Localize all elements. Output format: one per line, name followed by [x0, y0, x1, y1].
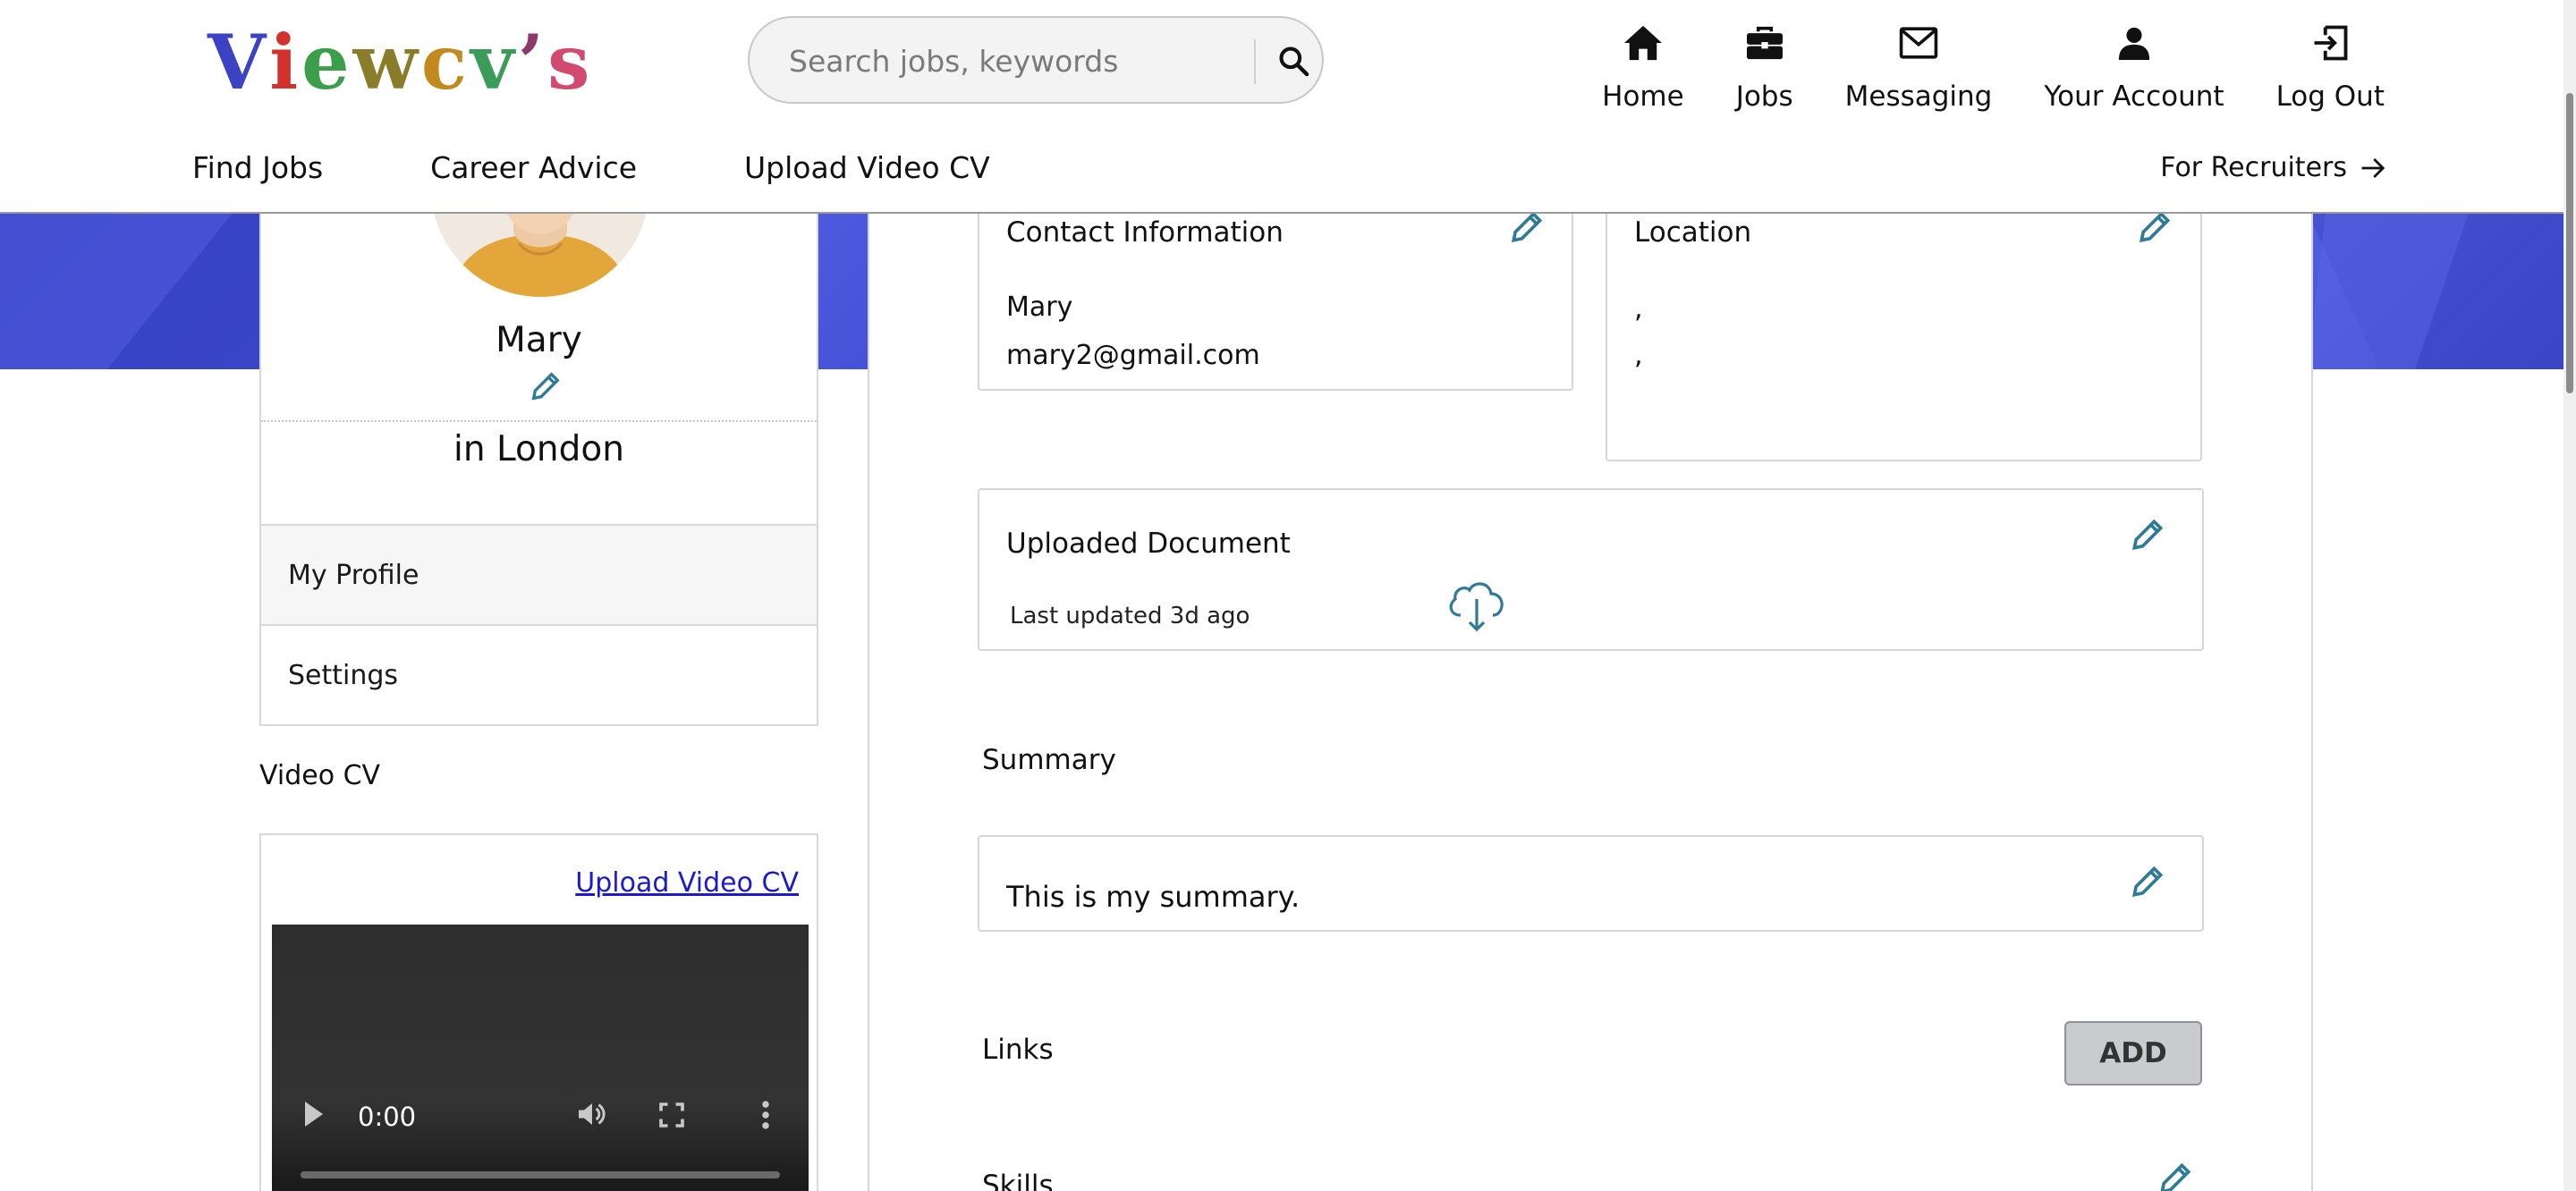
profile-name: Mary [496, 320, 582, 360]
upload-video-cv-link[interactable]: Upload Video CV [575, 867, 799, 899]
edit-location-button[interactable] [2135, 207, 2174, 250]
cloud-download-icon [1449, 582, 1504, 632]
edit-summary-button[interactable] [2128, 862, 2167, 905]
contact-name: Mary [1006, 291, 1073, 323]
divider [261, 420, 817, 422]
menu-settings[interactable]: Settings [261, 624, 817, 724]
nav-your-account-label: Your Account [2044, 80, 2224, 113]
nav-jobs[interactable]: Jobs [1736, 16, 1793, 113]
uploaded-document-title: Uploaded Document [1006, 528, 1291, 560]
location-title: Location [1634, 216, 1752, 249]
nav-your-account[interactable]: Your Account [2044, 16, 2224, 113]
location-line-2: , [1634, 340, 1643, 371]
logo-letter: s [547, 18, 594, 106]
nav-jobs-label: Jobs [1735, 80, 1793, 113]
menu-my-profile[interactable]: My Profile [261, 524, 817, 624]
page-scrollbar[interactable] [2563, 0, 2576, 1191]
top-nav: Home Jobs Messaging Your Account Log Out [1550, 16, 2385, 113]
user-icon [2118, 27, 2150, 60]
location-line-1: , [1634, 293, 1643, 325]
pencil-icon [531, 372, 560, 401]
video-cv-card: Upload Video CV 0:00 [259, 833, 818, 1191]
edit-profile-button[interactable] [528, 368, 564, 408]
video-time: 0:00 [358, 1102, 417, 1132]
home-icon [1623, 25, 1662, 61]
logo-letter: i [269, 18, 302, 106]
site-header: Viewcv’s Home Jobs Messaging Your Accoun… [0, 0, 2563, 214]
logo-letter: w [352, 18, 421, 106]
summary-card: This is my summary. [978, 835, 2204, 932]
play-icon[interactable] [302, 1100, 326, 1128]
nav-messaging-label: Messaging [1844, 80, 1993, 113]
briefcase-icon [1746, 26, 1783, 60]
volume-icon[interactable] [576, 1100, 608, 1128]
location-card: Location , , [1606, 193, 2202, 461]
uploaded-document-card: Uploaded Document Last updated 3d ago [978, 488, 2204, 651]
subnav-upload-video-cv[interactable]: Upload Video CV [744, 150, 990, 185]
logo-letter: v [470, 18, 518, 106]
site-logo[interactable]: Viewcv’s [208, 25, 593, 100]
logo-letter: ’ [517, 18, 548, 106]
nav-log-out-label: Log Out [2275, 80, 2385, 113]
subnav-find-jobs[interactable]: Find Jobs [192, 150, 323, 185]
search-bar [748, 16, 1324, 104]
search-divider [1254, 39, 1256, 84]
skills-title: Skills [982, 1170, 1054, 1191]
profile-menu: My Profile Settings [261, 524, 817, 724]
for-recruiters-link[interactable]: For Recruiters [2160, 152, 2386, 183]
contact-email: mary2@gmail.com [1006, 340, 1260, 371]
profile-card: Mary in London My Profile Settings [259, 127, 818, 726]
add-link-button[interactable]: ADD [2064, 1021, 2202, 1085]
logo-letter: e [301, 18, 353, 106]
contact-information-title: Contact Information [1006, 216, 1284, 249]
for-recruiters-label: For Recruiters [2160, 152, 2347, 183]
nav-log-out[interactable]: Log Out [2276, 16, 2385, 113]
nav-home-label: Home [1602, 80, 1684, 113]
search-button[interactable] [1267, 32, 1320, 89]
summary-text: This is my summary. [1006, 880, 1301, 914]
logo-letter: c [420, 18, 471, 106]
edit-skills-button[interactable] [2156, 1159, 2195, 1191]
sub-nav: Find Jobs Career Advice Upload Video CV [192, 150, 1097, 185]
arrow-right-icon [2361, 157, 2385, 178]
summary-title: Summary [982, 744, 1116, 776]
scrollbar-thumb[interactable] [2566, 93, 2573, 393]
edit-document-button[interactable] [2128, 515, 2167, 558]
subnav-career-advice[interactable]: Career Advice [430, 150, 637, 185]
video-player[interactable]: 0:00 [272, 925, 809, 1191]
search-icon [1279, 46, 1309, 77]
fullscreen-icon[interactable] [658, 1102, 685, 1128]
document-last-updated: Last updated 3d ago [1010, 603, 1250, 629]
edit-contact-button[interactable] [1507, 207, 1546, 250]
pencil-icon [2131, 519, 2164, 551]
profile-location: in London [453, 429, 624, 469]
links-title: Links [982, 1034, 1054, 1066]
nav-messaging[interactable]: Messaging [1844, 16, 1993, 113]
download-document-button[interactable] [1445, 576, 1509, 637]
video-cv-title: Video CV [259, 760, 381, 791]
pencil-icon [2160, 1162, 2191, 1191]
nav-home[interactable]: Home [1602, 16, 1684, 113]
contact-information-card: Contact Information Mary mary2@gmail.com [978, 193, 1573, 391]
envelope-icon [1899, 27, 1938, 59]
logout-icon [2314, 25, 2348, 61]
video-progress-bar[interactable] [301, 1171, 780, 1178]
search-input[interactable] [789, 39, 1254, 82]
more-options-icon[interactable] [760, 1100, 771, 1130]
pencil-icon [2131, 866, 2164, 898]
logo-letter: V [208, 18, 270, 106]
